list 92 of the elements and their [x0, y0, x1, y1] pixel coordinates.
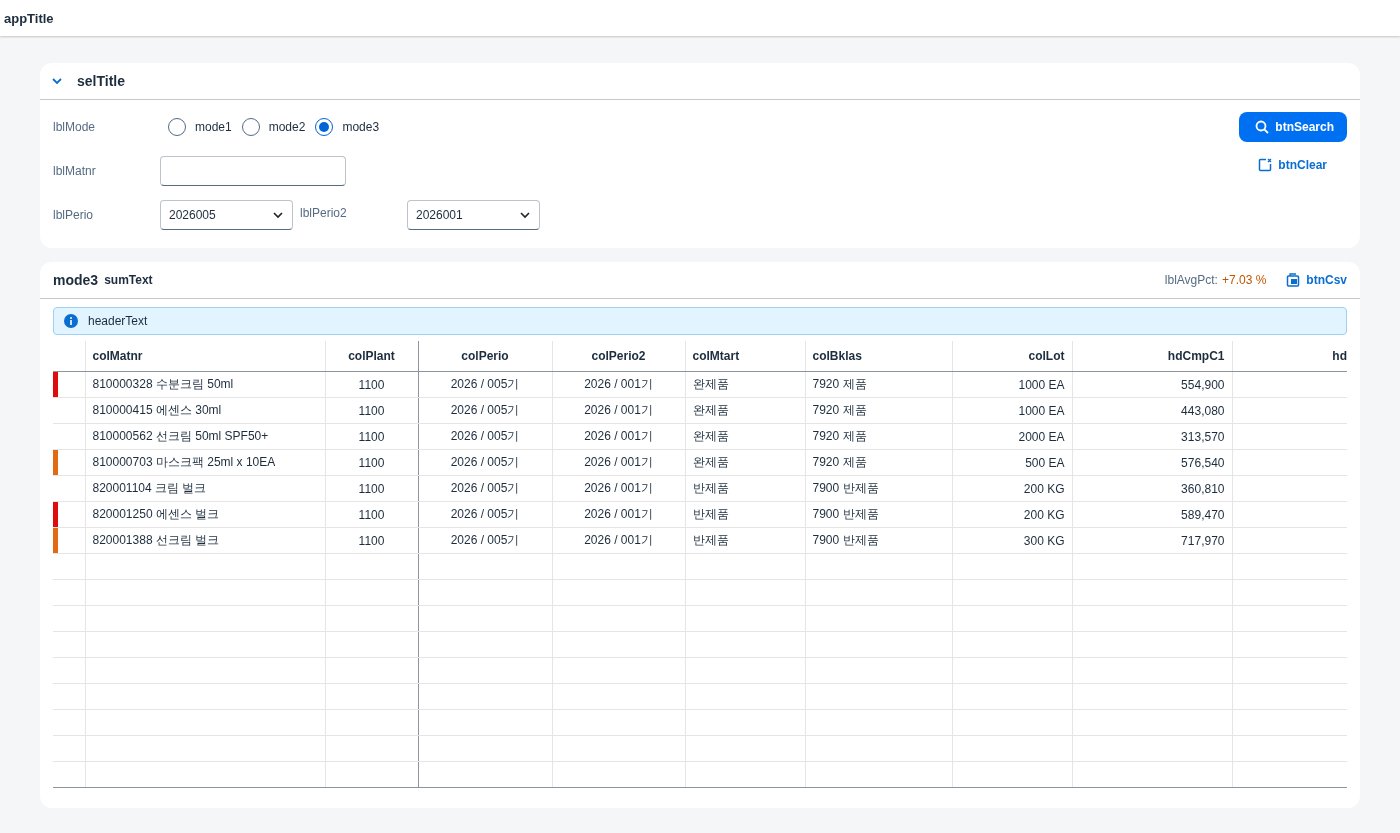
input-field[interactable]	[160, 156, 346, 186]
table-cell: 2026 / 001기	[584, 403, 653, 417]
app-title: appTitle	[4, 10, 54, 26]
table-cell: 1100	[358, 403, 385, 418]
table-cell: 7920 제품	[812, 429, 867, 443]
table-cell: 완제품	[692, 429, 729, 443]
table-cell: 820001250 에센스 벌크	[92, 507, 220, 521]
table-cell: 1100	[358, 481, 385, 496]
column-header[interactable]: colLot	[1028, 349, 1065, 363]
table-cell: 1100	[358, 455, 385, 470]
table-cell: 1000 EA	[1018, 377, 1065, 392]
table-cell: 300 KG	[1023, 533, 1065, 548]
sum-text: sumText	[104, 273, 153, 287]
table-cell: 2026 / 001기	[584, 455, 653, 469]
column-header[interactable]: colMtart	[692, 349, 740, 363]
period-dropdown[interactable]: 2026001	[407, 200, 540, 230]
table-cell: 2026 / 005기	[450, 403, 520, 417]
table-cell: 1100	[358, 429, 385, 444]
table-cell: 완제품	[692, 455, 729, 469]
column-header[interactable]: colMatnr	[92, 349, 143, 363]
table-cell: 360,810	[1181, 481, 1225, 496]
table-cell: 810000562 선크림 50ml SPF50+	[92, 429, 269, 443]
column-header[interactable]: colPerio2	[591, 349, 646, 363]
table-cell: 500 EA	[1025, 455, 1065, 470]
table-cell: 2026 / 005기	[450, 377, 520, 391]
table-cell: 반제품	[692, 481, 729, 495]
csv-button[interactable]: btnCsv	[1278, 269, 1347, 291]
caret-icon	[272, 209, 284, 221]
chevron-icon[interactable]	[51, 75, 63, 87]
table-cell: 820001104 크림 벌크	[92, 481, 207, 495]
field-label: lblPerio	[53, 208, 95, 222]
table-cell: 1100	[358, 507, 385, 522]
column-header[interactable]: hd	[1332, 349, 1347, 363]
search-icon	[1255, 120, 1270, 134]
table-cell: 2026 / 005기	[450, 455, 520, 469]
table-cell: 810000415 에센스 30ml	[92, 403, 222, 417]
table-cell: 810000703 마스크팩 25ml x 10EA	[92, 455, 276, 469]
table-cell: 7900 반제품	[812, 481, 879, 495]
panel-title: selTitle	[77, 73, 125, 89]
table-cell: 2000 EA	[1018, 429, 1065, 444]
radio-option[interactable]: mode1	[168, 118, 232, 136]
table-cell: 반제품	[692, 533, 729, 547]
table-cell: 반제품	[692, 507, 729, 521]
table-cell: 200 KG	[1023, 507, 1065, 522]
table-cell: 443,080	[1181, 403, 1225, 418]
clear-icon	[1258, 158, 1273, 172]
column-header[interactable]: colBklas	[812, 349, 862, 363]
radio-option[interactable]: mode2	[241, 118, 306, 136]
average-label: lblAvgPct:	[1164, 273, 1218, 287]
column-header[interactable]: colPlant	[348, 349, 395, 363]
field-label: lblMode	[53, 120, 97, 134]
table-cell: 2026 / 001기	[584, 429, 653, 443]
table-cell: 576,540	[1181, 455, 1225, 470]
table-cell: 820001388 선크림 벌크	[92, 533, 220, 547]
table-cell: 7920 제품	[812, 403, 867, 417]
mode-title: mode3	[53, 272, 99, 288]
table-cell: 7900 반제품	[812, 507, 879, 521]
table-cell: 589,470	[1181, 507, 1225, 522]
table-cell: 2026 / 001기	[584, 377, 653, 391]
table-cell: 200 KG	[1023, 481, 1065, 496]
field-label: lblMatnr	[53, 164, 97, 178]
spreadsheet-icon	[1286, 273, 1301, 287]
table-cell: 7920 제품	[812, 455, 867, 469]
info-icon	[64, 314, 78, 328]
table-cell: 554,900	[1181, 377, 1225, 392]
table-cell: 717,970	[1181, 533, 1225, 548]
table-cell: 7920 제품	[812, 377, 867, 391]
clear-button[interactable]: btnClear	[1250, 154, 1335, 176]
table-cell: 완제품	[692, 377, 729, 391]
table-cell: 1100	[358, 533, 385, 548]
search-button[interactable]: btnSearch	[1239, 112, 1347, 142]
caret-icon	[519, 209, 531, 221]
table-cell: 완제품	[692, 403, 729, 417]
average-value: +7.03 %	[1221, 273, 1267, 287]
column-header[interactable]: hdCmpC1	[1167, 349, 1225, 363]
table-cell: 2026 / 005기	[450, 429, 520, 443]
table-cell: 2026 / 001기	[584, 533, 653, 547]
table-cell: 2026 / 005기	[450, 481, 520, 495]
field-label: lblPerio2	[300, 206, 348, 220]
table-cell: 2026 / 001기	[584, 481, 653, 495]
table-cell: 7900 반제품	[812, 533, 879, 547]
table-cell: 1000 EA	[1018, 403, 1065, 418]
column-header[interactable]: colPerio	[461, 349, 509, 363]
table-cell: 810000328 수분크림 50ml	[92, 377, 234, 391]
radio-option[interactable]: mode3	[315, 118, 380, 136]
info-text: headerText	[88, 314, 148, 328]
table-cell: 2026 / 005기	[450, 533, 520, 547]
table-cell: 1100	[358, 377, 385, 392]
table-cell: 313,570	[1181, 429, 1225, 444]
table-cell: 2026 / 005기	[450, 507, 520, 521]
period-dropdown[interactable]: 2026005	[160, 200, 293, 230]
table-cell: 2026 / 001기	[584, 507, 653, 521]
